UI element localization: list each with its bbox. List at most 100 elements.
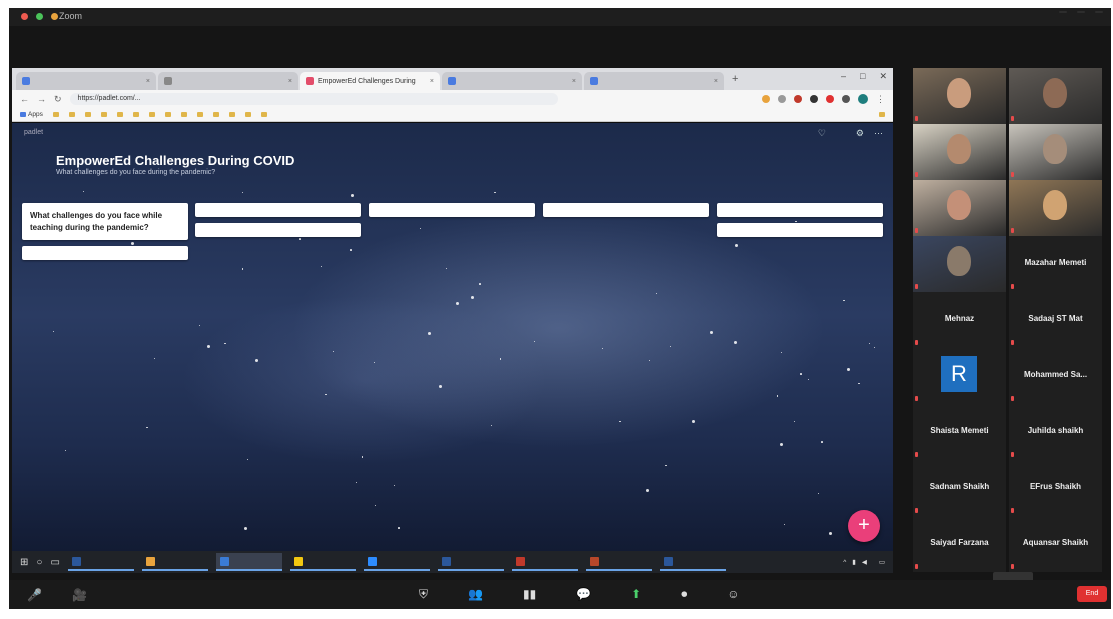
participant-tile[interactable]	[1009, 180, 1102, 236]
extension-icon[interactable]	[810, 95, 818, 103]
other-bookmarks[interactable]	[879, 112, 885, 117]
extension-icon[interactable]	[826, 95, 834, 103]
gallery-view-button[interactable]	[1077, 11, 1085, 13]
browser-tab[interactable]: ×	[442, 72, 582, 90]
start-icon[interactable]: ⊞	[20, 557, 28, 568]
extension-icon[interactable]	[842, 95, 850, 103]
maximize-icon[interactable]: □	[860, 71, 865, 82]
browser-tab[interactable]: ×	[16, 72, 156, 90]
reactions-icon[interactable]: ☺	[727, 587, 739, 601]
chat-icon[interactable]: 💬	[576, 587, 591, 601]
participant-tile[interactable]	[1009, 124, 1102, 180]
reload-icon[interactable]: ↻	[54, 94, 62, 105]
participant-tile[interactable]	[1009, 68, 1102, 124]
taskbar-app[interactable]	[141, 553, 208, 571]
view-option-button[interactable]	[1059, 11, 1067, 13]
participant-tile[interactable]: Sadnam Shaikh	[913, 460, 1006, 516]
share-screen-icon[interactable]: ⬆	[631, 587, 641, 601]
chevron-up-icon[interactable]: ^	[843, 559, 846, 566]
post-card[interactable]	[369, 203, 535, 217]
notifications-icon[interactable]: ▭	[879, 558, 885, 566]
bookmark-item[interactable]: Apps	[20, 111, 43, 118]
bookmark-item[interactable]	[53, 112, 59, 117]
bookmark-item[interactable]	[261, 112, 267, 117]
participant-tile[interactable]: Juhilda shaikh	[1009, 404, 1102, 460]
participant-tile[interactable]: Saiyad Farzana	[913, 516, 1006, 572]
security-icon[interactable]: ⛨	[419, 587, 428, 601]
post-card[interactable]	[543, 203, 709, 217]
add-post-button[interactable]: +	[848, 510, 880, 542]
bookmark-item[interactable]	[245, 112, 251, 117]
bookmark-item[interactable]	[197, 112, 203, 117]
post-card[interactable]	[22, 246, 188, 261]
taskbar-app[interactable]	[585, 553, 652, 571]
record-icon[interactable]: ⏺	[681, 587, 687, 601]
post-card[interactable]	[717, 203, 883, 217]
participants-icon[interactable]: 👥	[468, 587, 483, 601]
network-icon[interactable]: ▮	[852, 558, 856, 566]
video-camera-icon[interactable]: 🎥	[72, 588, 87, 602]
bookmark-item[interactable]	[69, 112, 75, 117]
participant-tile[interactable]: Shaista Memeti	[913, 404, 1006, 460]
back-icon[interactable]: ←	[20, 94, 29, 104]
close-icon[interactable]: ✕	[879, 71, 887, 82]
bookmark-item[interactable]	[229, 112, 235, 117]
volume-icon[interactable]: ◀	[862, 558, 867, 566]
new-tab-button[interactable]: +	[732, 73, 738, 85]
browser-tab[interactable]: ×	[158, 72, 298, 90]
extension-icon[interactable]	[762, 95, 770, 103]
close-tab-icon[interactable]: ×	[572, 78, 576, 85]
fullscreen-button[interactable]	[1095, 11, 1103, 13]
bookmark-item[interactable]	[165, 112, 171, 117]
participant-tile[interactable]: Mehnaz	[913, 292, 1006, 348]
close-tab-icon[interactable]: ×	[288, 78, 292, 85]
minimize-dot[interactable]	[51, 13, 58, 20]
taskbar-app[interactable]	[289, 553, 356, 571]
end-meeting-button[interactable]: End	[1077, 586, 1107, 602]
taskbar-app[interactable]	[659, 553, 726, 571]
settings-icon[interactable]: ⚙	[856, 128, 864, 139]
bookmark-item[interactable]	[85, 112, 91, 117]
question-card[interactable]: What challenges do you face while teachi…	[22, 203, 188, 241]
participant-tile[interactable]: EFrus Shaikh	[1009, 460, 1102, 516]
taskbar-app[interactable]	[363, 553, 430, 571]
bookmark-item[interactable]	[101, 112, 107, 117]
close-tab-icon[interactable]: ×	[714, 78, 718, 85]
bookmark-item[interactable]	[181, 112, 187, 117]
bookmark-item[interactable]	[117, 112, 123, 117]
participant-tile[interactable]: Sadaaj ST Mat	[1009, 292, 1102, 348]
bookmark-item[interactable]	[133, 112, 139, 117]
taskbar-app[interactable]	[215, 553, 282, 571]
post-card[interactable]	[717, 223, 883, 237]
profile-avatar[interactable]	[858, 94, 868, 104]
bookmark-item[interactable]	[213, 112, 219, 117]
close-tab-icon[interactable]: ×	[430, 78, 434, 85]
heart-icon[interactable]: ♡	[818, 128, 826, 139]
minimize-icon[interactable]: –	[841, 71, 846, 82]
bookmark-item[interactable]	[149, 112, 155, 117]
extension-icon[interactable]	[778, 95, 786, 103]
search-icon[interactable]: ○	[36, 557, 42, 568]
taskbar-app[interactable]	[511, 553, 578, 571]
zoom-dot[interactable]	[36, 13, 43, 20]
padlet-logo[interactable]: padlet	[24, 129, 43, 136]
participant-tile[interactable]	[913, 124, 1006, 180]
participant-tile[interactable]	[913, 180, 1006, 236]
extension-icon[interactable]	[794, 95, 802, 103]
participant-tile[interactable]	[913, 68, 1006, 124]
taskbar-app[interactable]	[437, 553, 504, 571]
browser-tab[interactable]: ×	[584, 72, 724, 90]
participant-tile[interactable]: Mohammed Sa...	[1009, 348, 1102, 404]
browser-tab[interactable]: EmpowerEd Challenges During ×	[300, 72, 440, 90]
participant-tile[interactable]: R	[913, 348, 1006, 404]
forward-icon[interactable]: →	[37, 94, 46, 104]
post-card[interactable]	[195, 203, 361, 217]
participant-tile[interactable]	[913, 236, 1006, 292]
close-tab-icon[interactable]: ×	[146, 78, 150, 85]
more-icon[interactable]: ⋯	[874, 128, 883, 139]
close-dot[interactable]	[21, 13, 28, 20]
participant-tile[interactable]: Aquansar Shaikh	[1009, 516, 1102, 572]
microphone-icon[interactable]: 🎤	[27, 588, 42, 602]
taskbar-app[interactable]	[67, 553, 134, 571]
url-field[interactable]: https://padlet.com/...	[69, 93, 558, 105]
